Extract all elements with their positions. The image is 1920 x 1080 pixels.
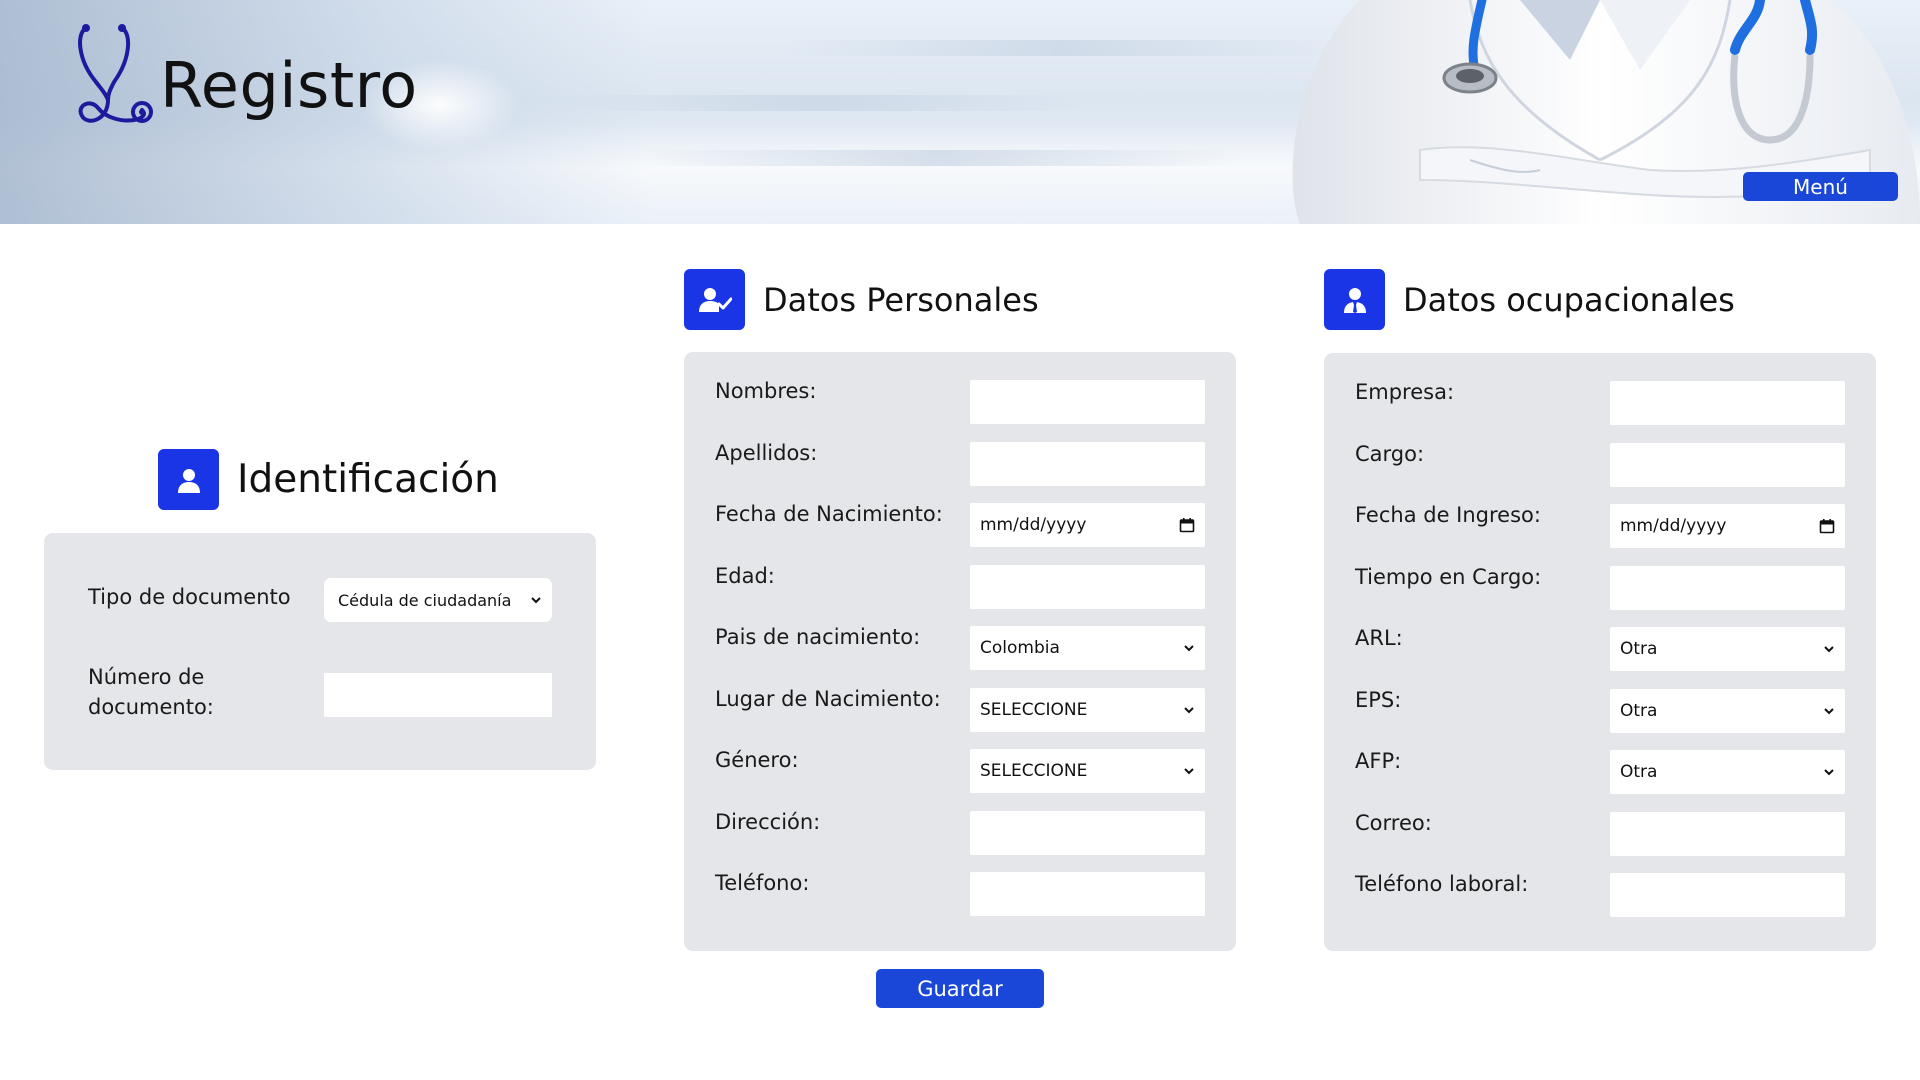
personales-field-label: Nombres: [715,379,817,403]
ocupacionales-field-label: ARL: [1355,626,1403,650]
personales-date-input[interactable]: mm/dd/yyyy [970,503,1205,547]
ocupacionales-text-input[interactable] [1610,381,1845,425]
menu-button[interactable]: Menú [1743,172,1898,201]
identificacion-panel: Tipo de documento Cédula de ciudadanía N… [44,533,596,770]
ocupacionales-field-label: Correo: [1355,810,1432,835]
personales-field-label: Teléfono: [715,871,810,895]
personales-field-label: Edad: [715,563,775,588]
personales-field-label: Género: [715,748,799,772]
ocupacionales-field-label: Teléfono laboral: [1355,872,1529,896]
ocupacionales-field-label: EPS: [1355,687,1402,712]
numero-documento-label-line1: Número de [88,665,205,689]
ocupacionales-panel: Empresa: Cargo: Fecha de Ingreso: mm/dd/yyy… [1324,353,1876,951]
chevron-down-icon [1184,645,1194,652]
ocupacionales-field-label: Empresa: [1355,380,1455,404]
ocupacionales-field-label: AFP: [1355,749,1402,773]
ocupacionales-field-value: Otra [1620,639,1658,659]
personales-text-input[interactable] [970,564,1205,609]
personales-text-input[interactable] [970,872,1205,916]
chevron-down-icon [1184,768,1194,775]
user-icon [158,449,219,510]
chevron-down-icon [1824,646,1834,653]
user-check-icon [684,269,745,330]
calendar-icon [1819,519,1835,534]
ocupacionales-field-value: mm/dd/yyyy [1620,516,1727,536]
personales-field-label: Dirección: [715,809,821,834]
personales-select[interactable]: SELECCIONE [970,749,1205,793]
ocupacionales-text-input[interactable] [1610,811,1845,856]
stethoscope-icon [78,24,153,123]
personales-title: Datos Personales [763,280,1039,319]
numero-documento-input[interactable] [324,673,552,717]
ocupacionales-text-input[interactable] [1610,565,1845,610]
personales-field-value: Colombia [980,638,1060,658]
personales-field-label: Lugar de Nacimiento: [715,686,941,711]
chevron-down-icon [531,597,541,604]
numero-documento-label: Número de documento: [88,662,214,722]
ocupacionales-field-label: Tiempo en Cargo: [1355,564,1542,589]
header-banner: Registro Menú [0,0,1920,224]
ocupacionales-field-value: Otra [1620,700,1658,721]
ocupacionales-select[interactable]: Otra [1610,750,1845,794]
tipo-documento-value: Cédula de ciudadanía [338,590,512,610]
ocupacionales-date-input[interactable]: mm/dd/yyyy [1610,504,1845,548]
tipo-documento-select[interactable]: Cédula de ciudadanía [324,578,552,622]
personales-select[interactable]: SELECCIONE [970,687,1205,732]
ocupacionales-select[interactable]: Otra [1610,627,1845,671]
ocupacionales-field-label: Fecha de Ingreso: [1355,503,1541,527]
ocupacionales-header: Datos ocupacionales [1324,269,1735,330]
calendar-icon [1179,518,1195,533]
identificacion-header: Identificación [158,449,499,510]
personales-panel: Nombres: Apellidos: Fecha de Nacimiento: mm… [684,352,1236,951]
personales-field-value: SELECCIONE [980,761,1088,781]
banner-streak [560,95,1080,111]
ocupacionales-field-label: Cargo: [1355,441,1425,466]
tipo-documento-label: Tipo de documento [88,585,291,609]
personales-text-input[interactable] [970,441,1205,486]
ocupacionales-field-value: Otra [1620,762,1658,782]
banner-streak [780,40,1340,56]
personales-field-label: Fecha de Nacimiento: [715,502,943,526]
numero-documento-label-line2: documento: [88,695,214,719]
ocupacionales-title: Datos ocupacionales [1403,280,1735,319]
identificacion-title: Identificación [237,457,499,502]
personales-text-input[interactable] [970,810,1205,855]
personales-header: Datos Personales [684,269,1039,330]
save-button[interactable]: Guardar [876,969,1044,1008]
personales-field-label: Pais de nacimiento: [715,625,921,649]
ocupacionales-select[interactable]: Otra [1610,688,1845,733]
ocupacionales-text-input[interactable] [1610,873,1845,917]
personales-text-input[interactable] [970,380,1205,424]
user-tie-icon [1324,269,1385,330]
chevron-down-icon [1184,706,1194,713]
personales-field-value: SELECCIONE [980,699,1088,720]
personales-field-value: mm/dd/yyyy [980,515,1087,535]
personales-select[interactable]: Colombia [970,626,1205,670]
personales-field-label: Apellidos: [715,440,818,465]
chevron-down-icon [1824,707,1834,714]
page-title: Registro [160,49,418,122]
ocupacionales-text-input[interactable] [1610,442,1845,487]
chevron-down-icon [1824,769,1834,776]
brand: Registro [72,20,418,130]
banner-streak [640,150,1240,166]
